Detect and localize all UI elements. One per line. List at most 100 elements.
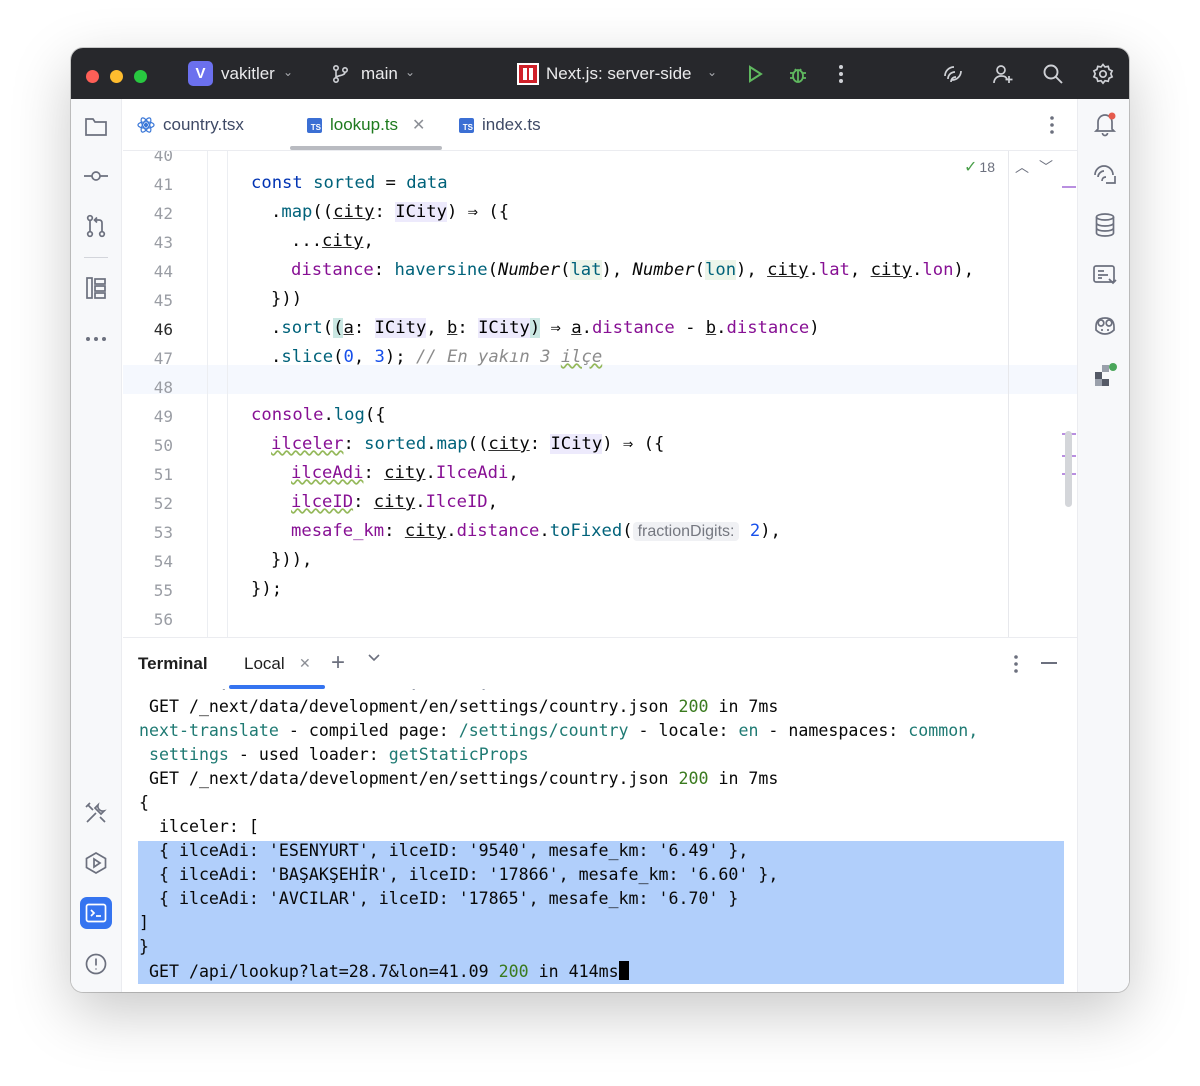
terminal-line: ] [139,913,149,932]
code-line-42: .map((city: ICity) ⇒ ({ [271,202,510,222]
debug-icon[interactable] [784,60,812,88]
commit-icon[interactable] [80,160,112,192]
code-line-45: })) [271,289,303,309]
copilot-icon[interactable] [1090,310,1120,340]
maximize-window-button[interactable] [134,70,147,83]
inspection-count: 18 [979,159,995,175]
branch-icon[interactable] [327,60,355,88]
project-badge[interactable]: V [188,61,213,86]
code-editor[interactable]: ✓ 18 ︿ ﹀ 40 41 42 43 44 45 46 47 48 49 5… [123,151,1077,637]
structure-icon[interactable] [80,272,112,304]
run-config-selector[interactable]: Next.js: server-side [546,64,691,84]
terminal-title: Terminal [138,654,208,673]
code-line-44: distance: haversine(Number(lat), Number(… [291,260,975,280]
close-terminal-tab-icon[interactable]: ✕ [299,655,311,672]
change-marker [1062,186,1076,188]
line-number: 52 [153,494,173,513]
line-number: 54 [153,552,173,571]
tab-country-tsx[interactable]: country.tsx [137,99,244,151]
terminal-tab-local[interactable]: Local [244,654,285,674]
line-number: 40 [153,151,173,165]
line-number: 47 [153,349,173,368]
tab-index-ts[interactable]: TS index.ts [459,99,541,151]
react-icon [137,116,155,134]
branch-selector[interactable]: main [361,64,398,84]
line-number: 42 [153,204,173,223]
chevron-down-icon[interactable]: ⌄ [405,65,415,79]
more-tools-icon[interactable] [80,323,112,355]
line-number: 48 [153,378,173,397]
problems-icon[interactable] [80,948,112,980]
qodana-icon[interactable] [1090,360,1120,390]
line-number: 55 [153,581,173,600]
code-line-51: ilceAdi: city.IlceAdi, [291,463,519,483]
code-line-52: ilceID: city.IlceID, [291,492,499,512]
ai-assistant-icon[interactable] [939,60,967,88]
terminal-options-icon[interactable] [1013,654,1019,679]
tab-lookup-ts[interactable]: TS lookup.ts ✕ [307,99,425,151]
terminal-line: ilceler: [ [139,817,259,836]
new-terminal-icon[interactable]: + [331,649,345,677]
terminal-line: GET /_next/data/development/en/settings/… [139,697,779,716]
line-number: 45 [153,291,173,310]
chevron-down-icon[interactable]: ﹀ [1039,157,1053,177]
chevron-down-icon[interactable]: ⌄ [283,65,293,79]
code-line-50: ilceler: sorted.map((city: ICity) ⇒ ({ [271,434,665,454]
database-icon[interactable] [1090,210,1120,240]
chevron-up-icon[interactable]: ︿ [1015,157,1029,177]
line-number: 46 [153,320,173,339]
right-tool-strip [1077,99,1129,992]
code-line-47: .slice(0, 3); // En yakın 3 ilçe [271,347,603,367]
code-line-46: .sort((a: ICity, b: ICity) ⇒ a.distance … [271,318,820,338]
tab-label: lookup.ts [330,115,399,134]
terminal-tool-icon[interactable] [80,897,112,929]
editor-scrollbar[interactable] [1065,431,1072,507]
close-window-button[interactable] [86,70,99,83]
more-actions-icon[interactable] [827,60,855,88]
minimize-window-button[interactable] [110,70,123,83]
notifications-bell-icon[interactable] [1090,109,1120,139]
close-tab-icon[interactable]: ✕ [412,115,425,135]
pull-requests-icon[interactable] [80,210,112,242]
nextjs-config-icon [517,63,539,85]
line-number: 51 [153,465,173,484]
terminal-line: { ilceAdi: 'AVCILAR', ilceID: '17865', m… [139,889,739,908]
terminal-line: next-translate - compiled page: /setting… [139,721,979,740]
http-client-icon[interactable] [1090,260,1120,290]
typescript-icon: TS [307,117,322,133]
code-line-43: ...city, [291,231,374,251]
line-number: 41 [153,175,173,194]
project-folder-icon[interactable] [80,111,112,143]
terminal-line: } [139,937,149,956]
code-with-me-icon[interactable] [989,60,1017,88]
run-icon[interactable] [741,60,769,88]
chevron-down-icon[interactable]: ⌄ [707,65,717,79]
line-number: 53 [153,523,173,542]
left-tool-strip [71,99,122,992]
typescript-icon: TS [459,117,474,133]
terminal-line: settings - used loader: getStaticProps [149,745,529,764]
minimize-panel-icon[interactable] [1041,662,1057,664]
terminal-header: Terminal Local ✕ + [123,637,1077,689]
project-selector[interactable]: vakitler [221,64,275,84]
search-icon[interactable] [1039,60,1067,88]
code-line-49: console.log({ [251,405,386,425]
run-tool-icon[interactable] [80,847,112,879]
terminal-output[interactable]: . . . GET /_next/data/development/en/set… [123,689,1077,992]
line-number: 49 [153,407,173,426]
right-margin-guide [1008,151,1009,637]
services-icon[interactable] [80,797,112,829]
line-number: 50 [153,436,173,455]
terminal-line: { [139,793,149,812]
settings-gear-icon[interactable] [1089,60,1117,88]
terminal-line: { ilceAdi: 'ESENYURT', ilceID: '9540', m… [139,841,749,860]
tab-options-icon[interactable] [1049,115,1055,140]
chevron-down-icon[interactable] [367,651,381,670]
line-number: 43 [153,233,173,252]
indent-guide [207,151,208,637]
ai-chat-icon[interactable] [1090,160,1120,190]
tab-label: index.ts [482,115,541,134]
title-bar: V vakitler ⌄ main ⌄ Next.js: server-side… [71,48,1129,99]
parameter-hint: fractionDigits: [632,522,740,541]
current-line-highlight [123,365,1077,394]
